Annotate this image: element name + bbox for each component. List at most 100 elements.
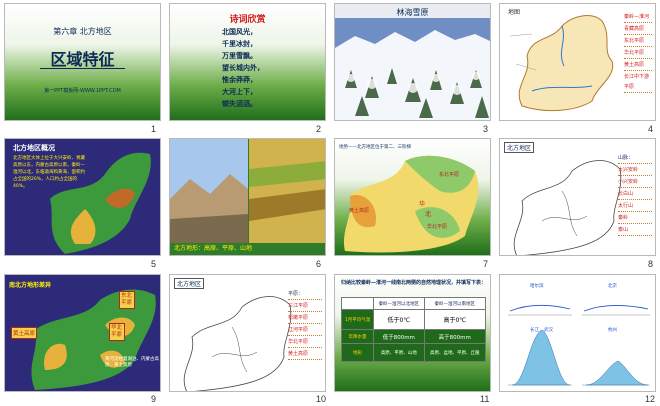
region-label: 华北平原 <box>427 224 448 230</box>
poem-line: 大河上下， <box>222 88 257 96</box>
mountain-item[interactable]: 秦岭 <box>618 213 652 224</box>
slide-2[interactable]: 诗词欣赏 北国风光， 千里冰封， 万里雪飘。 望长城内外， 惟余莽莽， 大河上下… <box>169 3 326 121</box>
region-label: 北 <box>425 211 432 218</box>
table-cell: 低于0℃ <box>373 309 425 330</box>
poem-line: 北国风光， <box>222 28 257 36</box>
slide-title: 林海雪原 <box>396 8 429 17</box>
label-list: 秦岭—淮河 青藏高原 东北平原 华北平原 黄土高原 长江中下游平原 <box>624 12 652 94</box>
terrain-map <box>343 155 479 253</box>
note-text: 黄河流经着湖泊、内蒙古高原、黄土高原 <box>105 357 159 368</box>
plain-item[interactable]: 华北平原 <box>288 337 322 348</box>
intro-text: 北方地区大体上位于大兴安岭、青藏高原以东，内蒙古高原以南，秦岭—淮河以北，东临渤… <box>13 156 85 189</box>
slide-number: 3 <box>483 124 489 134</box>
mountain-list: 山脉： 大兴安岭 小兴安岭 长白山 太行山 秦岭 泰山 <box>618 153 652 237</box>
table-cell: 年降水量 <box>340 329 375 344</box>
poem-line: 万里雪飘。 <box>222 52 257 60</box>
chart-label: 长江 <box>530 328 539 333</box>
landform-photos <box>170 139 325 255</box>
china-north-map: 地图 <box>502 6 627 118</box>
table-cell: 高于0℃ <box>423 309 487 330</box>
slide-number: 8 <box>648 259 654 269</box>
slide-9[interactable]: 南北方地形差异 东北平原 华北平原 黄土高原 黄河流经着湖泊、内蒙古高原、黄土高… <box>4 274 161 392</box>
side-title: 山脉： <box>618 153 652 164</box>
chart-label: 杭州 <box>608 328 617 333</box>
slide-header: 地势——北方地区位于第二、三阶梯 <box>339 145 411 150</box>
slide-7[interactable]: 地势——北方地区位于第二、三阶梯 华 北 黄土高原 东北平原 华北平原 <box>334 138 491 256</box>
poem-line: 顿失滔滔。 <box>222 100 257 108</box>
label-item[interactable]: 长江中下游平原 <box>624 72 652 93</box>
plain-list: 平原： 三江平原 松嫩平原 辽河平原 华北平原 黄土高原 <box>288 289 322 361</box>
mountain-item[interactable]: 泰山 <box>618 225 652 236</box>
slide-number: 9 <box>151 394 157 404</box>
slide-sorter: 第六章 北方地区 区域特征 第一PPT模板网-WWW.1PPT.COM 1 诗词… <box>0 0 660 406</box>
label-item[interactable]: 青藏高原 <box>624 24 652 35</box>
slide-title: 南北方地形差异 <box>9 282 52 289</box>
slide-number: 10 <box>316 394 327 404</box>
slide-5[interactable]: 北方地区概况 北方地区大体上位于大兴安岭、青藏高原以东，内蒙古高原以南，秦岭—淮… <box>4 138 161 256</box>
slide-number: 4 <box>648 124 654 134</box>
region-label: 华 <box>419 201 426 208</box>
slide-10[interactable]: 北方地区 平原： 三江平原 松嫩平原 辽河平原 华北平原 黄土高原 <box>169 274 326 392</box>
label-item[interactable]: 华北平原 <box>624 48 652 59</box>
slide-number: 6 <box>316 259 322 269</box>
table-cell: 1月平均气温 <box>340 309 375 330</box>
table-header-cell: 秦岭—淮河以南地区 <box>423 297 487 310</box>
mountain-item[interactable]: 小兴安岭 <box>618 177 652 188</box>
table-row: 地形 高原、平原、山地 高原、盆地、平原、丘陵 <box>340 343 487 362</box>
outline-map <box>513 160 622 255</box>
slide-number: 7 <box>483 259 489 269</box>
comparison-table: 秦岭—淮河以北地区 秦岭—淮河以南地区 1月平均气温 低于0℃ 高于0℃ 年降水… <box>340 297 487 362</box>
slide-number: 2 <box>316 124 322 134</box>
poem-title: 诗词欣赏 <box>229 15 266 25</box>
poem-line: 望长城内外， <box>222 64 264 72</box>
mountain-item[interactable]: 大兴安岭 <box>618 165 652 176</box>
photo-caption: 北方地形：高原、平原、山地 <box>174 245 253 252</box>
slide-12[interactable]: 哈尔滨 北京 长江 武汉 杭州 <box>499 274 656 392</box>
mountain-item[interactable]: 太行山 <box>618 201 652 212</box>
slide-4[interactable]: 地图 秦岭—淮河 青藏高原 东北平原 华北平原 黄土高原 长江中下游平原 <box>499 3 656 121</box>
table-row: 1月平均气温 低于0℃ 高于0℃ <box>340 309 487 330</box>
slide-1[interactable]: 第六章 北方地区 区域特征 第一PPT模板网-WWW.1PPT.COM <box>4 3 161 121</box>
region-label: 东北平原 <box>439 172 460 178</box>
slide-3[interactable]: 林海雪原 <box>334 3 491 121</box>
plain-item[interactable]: 三江平原 <box>288 301 322 312</box>
climate-charts <box>500 275 655 391</box>
region-box: 黄土高原 <box>11 327 38 339</box>
table-header-cell: 秦岭—淮河以北地区 <box>373 297 425 310</box>
region-box: 东北平原 <box>119 291 135 309</box>
chapter-title: 第六章 北方地区 <box>53 27 112 36</box>
label-item[interactable]: 秦岭—淮河 <box>624 12 652 23</box>
plain-item[interactable]: 辽河平原 <box>288 325 322 336</box>
table-header-row: 秦岭—淮河以北地区 秦岭—淮河以南地区 <box>340 297 487 310</box>
slide-11[interactable]: 归纳比较秦岭—淮河一线南北两侧的自然地理状况，并填写下表： 秦岭—淮河以北地区 … <box>334 274 491 392</box>
chart-label: 哈尔滨 <box>530 284 544 289</box>
region-label: 黄土高原 <box>349 208 370 214</box>
table-cell: 地形 <box>340 343 375 362</box>
plain-item[interactable]: 松嫩平原 <box>288 313 322 324</box>
table-header-cell <box>340 297 375 310</box>
slide-title: 北方地区概况 <box>13 144 55 152</box>
slide-number: 5 <box>151 259 157 269</box>
table-cell: 高原、平原、山地 <box>373 343 425 362</box>
poem-lines: 北国风光， 千里冰封， 万里雪飘。 望长城内外， 惟余莽莽， 大河上下， 顿失滔… <box>222 26 302 110</box>
side-title: 平原： <box>288 289 322 300</box>
plain-item[interactable]: 黄土高原 <box>288 349 322 360</box>
slide-8[interactable]: 北方地区 山脉： 大兴安岭 小兴安岭 长白山 太行山 秦岭 泰山 <box>499 138 656 256</box>
poem-line: 惟余莽莽， <box>222 76 257 84</box>
label-item[interactable]: 东北平原 <box>624 36 652 47</box>
table-cell: 低于800mm <box>373 329 425 344</box>
outline-map <box>183 296 292 391</box>
main-title: 区域特征 <box>50 50 115 69</box>
svg-text:地图: 地图 <box>508 8 520 16</box>
region-box: 华北平原 <box>109 323 125 341</box>
table-row: 年降水量 低于800mm 高于800mm <box>340 329 487 344</box>
slide-number: 1 <box>151 124 157 134</box>
slide-number: 12 <box>645 394 656 404</box>
table-cell: 高原、盆地、平原、丘陵 <box>423 343 487 362</box>
poem-line: 千里冰封， <box>222 40 257 48</box>
table-cell: 高于800mm <box>423 329 487 344</box>
mountain-item[interactable]: 长白山 <box>618 189 652 200</box>
slide-6[interactable]: 北方地形：高原、平原、山地 <box>169 138 326 256</box>
label-item[interactable]: 黄土高原 <box>624 60 652 71</box>
footer-text: 第一PPT模板网-WWW.1PPT.COM <box>44 88 121 94</box>
